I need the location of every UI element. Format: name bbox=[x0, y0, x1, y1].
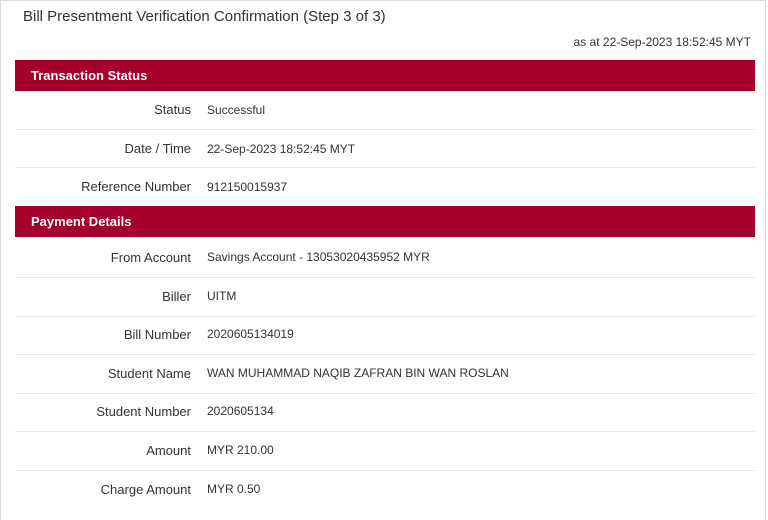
date-time-row: Date / Time 22-Sep-2023 18:52:45 MYT bbox=[15, 130, 755, 168]
amount-value: MYR 210.00 bbox=[207, 443, 274, 457]
student-number-row: Student Number 2020605134 bbox=[15, 394, 755, 432]
biller-row: Biller UITM bbox=[15, 278, 755, 317]
date-time-label: Date / Time bbox=[124, 141, 191, 156]
reference-number-value: 912150015937 bbox=[207, 180, 288, 194]
from-account-label: From Account bbox=[110, 250, 191, 265]
student-name-value: WAN MUHAMMAD NAQIB ZAFRAN BIN WAN ROSLAN bbox=[207, 366, 509, 380]
bill-number-row: Bill Number 2020605134019 bbox=[15, 317, 755, 355]
biller-label: Biller bbox=[162, 289, 191, 304]
charge-amount-value: MYR 0.50 bbox=[207, 482, 261, 496]
from-account-value: Savings Account - 13053020435952 MYR bbox=[207, 250, 430, 264]
date-time-value: 22-Sep-2023 18:52:45 MYT bbox=[207, 142, 356, 156]
confirmation-panel: Bill Presentment Verification Confirmati… bbox=[0, 0, 766, 520]
student-name-row: Student Name WAN MUHAMMAD NAQIB ZAFRAN B… bbox=[15, 355, 755, 394]
page-title: Bill Presentment Verification Confirmati… bbox=[23, 8, 386, 25]
charge-amount-label: Charge Amount bbox=[100, 482, 191, 497]
bill-number-label: Bill Number bbox=[123, 327, 191, 342]
payment-details-header: Payment Details bbox=[15, 206, 755, 237]
status-row: Status Successful bbox=[15, 91, 755, 130]
charge-amount-row: Charge Amount MYR 0.50 bbox=[15, 471, 755, 505]
biller-value: UITM bbox=[207, 289, 237, 303]
student-name-label: Student Name bbox=[107, 366, 191, 381]
as-at-timestamp: as at 22-Sep-2023 18:52:45 MYT bbox=[573, 35, 751, 49]
status-value: Successful bbox=[207, 103, 266, 117]
from-account-row: From Account Savings Account - 130530204… bbox=[15, 237, 755, 278]
student-number-value: 2020605134 bbox=[207, 404, 274, 418]
status-label: Status bbox=[154, 102, 191, 117]
amount-row: Amount MYR 210.00 bbox=[15, 432, 755, 471]
bill-number-value: 2020605134019 bbox=[207, 327, 294, 341]
transaction-status-header: Transaction Status bbox=[15, 60, 755, 91]
student-number-label: Student Number bbox=[96, 404, 191, 419]
reference-number-row: Reference Number 912150015937 bbox=[15, 168, 755, 206]
reference-number-label: Reference Number bbox=[81, 179, 191, 194]
amount-label: Amount bbox=[146, 443, 191, 458]
